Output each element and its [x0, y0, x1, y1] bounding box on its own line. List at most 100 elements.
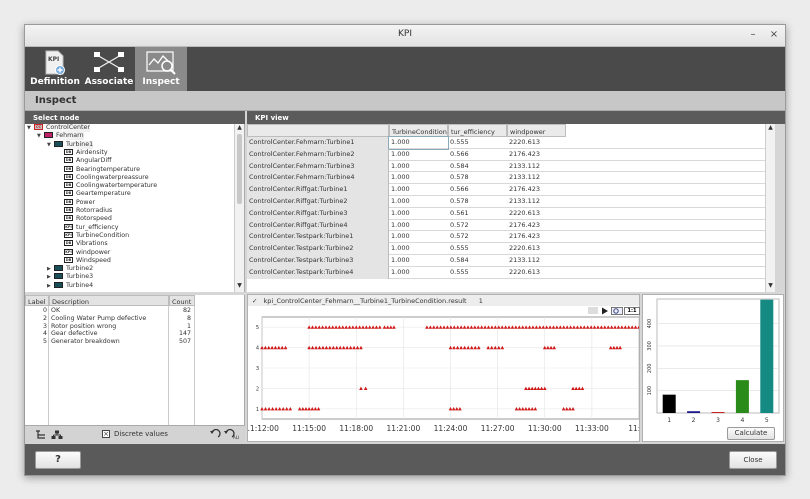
column-header-turbinecondition[interactable]: TurbineCondition: [389, 124, 448, 137]
collapse-arrow-icon[interactable]: ▼: [37, 132, 44, 140]
table-cell[interactable]: ControlCenter.Testpark:Turbine2: [247, 243, 389, 255]
table-cell[interactable]: 1.000: [389, 196, 448, 208]
table-cell[interactable]: 1.000: [389, 231, 448, 243]
help-button[interactable]: ?: [35, 451, 81, 469]
table-cell[interactable]: 1.000: [389, 149, 448, 161]
table-row[interactable]: ControlCenter.Fehmarn:Turbine1 1.000 0.555…: [247, 136, 767, 150]
column-header-count[interactable]: Count: [169, 295, 195, 306]
tree-node[interactable]: DB AngularDiff: [57, 157, 111, 165]
undo-all-icon[interactable]: ALL: [223, 429, 239, 440]
tree-node[interactable]: ▶ Turbine4: [47, 281, 93, 290]
scroll-up-icon[interactable]: ▲: [766, 124, 775, 131]
histogram-bar[interactable]: [687, 411, 701, 413]
table-cell[interactable]: 1.000: [389, 267, 448, 279]
table-row[interactable]: ControlCenter.Testpark:Turbine4 1.000 0.55…: [247, 266, 767, 279]
table-cell[interactable]: 1.000: [389, 172, 448, 184]
play-icon[interactable]: [601, 307, 609, 315]
tree-node[interactable]: ▼ Fehmarn: [37, 132, 84, 141]
column-header-efficiency[interactable]: tur_efficiency: [448, 124, 507, 137]
kpi-table-scrollbar[interactable]: ▲ ▼: [765, 124, 775, 292]
tree-node[interactable]: DB Bearingtemperature: [57, 165, 140, 174]
scroll-down-icon[interactable]: ▼: [235, 282, 244, 289]
tree-node[interactable]: DB Power: [57, 198, 95, 207]
minimize-button[interactable]: –: [746, 28, 760, 42]
column-header-windpower[interactable]: windpower: [507, 124, 566, 137]
table-cell[interactable]: 0.584: [448, 255, 507, 267]
table-cell[interactable]: ControlCenter.Riffgat:Turbine1: [247, 184, 389, 196]
label-row[interactable]: 3 Rotor position wrong 1: [25, 323, 244, 331]
table-cell[interactable]: ControlCenter.Fehmarn:Turbine1: [247, 137, 389, 149]
table-cell[interactable]: 1.000: [389, 255, 448, 267]
tree-node[interactable]: DB Windspeed: [57, 256, 111, 265]
label-row[interactable]: 5 Generator breakdown 507: [25, 338, 244, 346]
calculate-button[interactable]: Calculate: [727, 427, 775, 440]
table-cell[interactable]: 0.584: [448, 161, 507, 173]
table-cell[interactable]: 0.572: [448, 220, 507, 232]
tree-node[interactable]: ▶ Turbine3: [47, 273, 93, 281]
table-cell[interactable]: 2176.423: [507, 231, 566, 243]
discrete-values-checkbox[interactable]: ×: [102, 430, 110, 438]
tree-node[interactable]: DB Vibrations: [57, 240, 108, 248]
table-cell[interactable]: 0.578: [448, 172, 507, 184]
table-cell[interactable]: 1.000: [389, 243, 448, 255]
expand-arrow-icon[interactable]: ▶: [47, 265, 54, 273]
table-row[interactable]: ControlCenter.Fehmarn:Turbine3 1.000 0.584…: [247, 160, 767, 173]
tree-node[interactable]: DB Rotorspeed: [57, 215, 112, 223]
table-cell[interactable]: 2176.423: [507, 220, 566, 232]
tree-scrollbar[interactable]: ▲ ▼: [234, 124, 244, 292]
table-cell[interactable]: ControlCenter.Fehmarn:Turbine2: [247, 148, 389, 161]
zoom-reset-button[interactable]: 1:1: [624, 307, 640, 315]
toolbar-definition-button[interactable]: KPI Definition: [29, 47, 81, 91]
table-cell[interactable]: ControlCenter.Riffgat:Turbine4: [247, 219, 389, 232]
label-row[interactable]: 2 Cooling Water Pump defective 8: [25, 315, 244, 323]
tree-node[interactable]: KPI tur_efficiency: [57, 223, 118, 232]
histogram-bar[interactable]: [711, 412, 725, 413]
table-row[interactable]: ControlCenter.Testpark:Turbine3 1.000 0.58…: [247, 255, 767, 267]
close-button[interactable]: Close: [729, 451, 777, 469]
table-cell[interactable]: 2133.112: [507, 255, 566, 267]
table-cell[interactable]: ControlCenter.Riffgat:Turbine3: [247, 207, 389, 220]
tree-node[interactable]: ▼ CC ControlCenter: [27, 124, 90, 133]
table-cell[interactable]: 2133.112: [507, 172, 566, 184]
table-row[interactable]: ControlCenter.Testpark:Turbine1 1.000 0.57…: [247, 231, 767, 244]
table-cell[interactable]: 2220.613: [507, 208, 566, 220]
table-cell[interactable]: 0.561: [448, 208, 507, 220]
tree-node[interactable]: DB Airdensity: [57, 148, 108, 157]
column-header-label[interactable]: Label: [25, 295, 49, 306]
table-cell[interactable]: ControlCenter.Riffgat:Turbine2: [247, 196, 389, 208]
tree-node[interactable]: DB Rotorradius: [57, 207, 112, 215]
tree-node[interactable]: ▶ Turbine2: [47, 265, 93, 273]
collapse-arrow-icon[interactable]: ▼: [27, 124, 34, 132]
histogram-bar[interactable]: [760, 299, 774, 413]
scroll-down-icon[interactable]: ▼: [766, 282, 775, 289]
table-cell[interactable]: 0.555: [448, 267, 507, 279]
label-row[interactable]: 4 Gear defective 147: [25, 330, 244, 338]
table-row[interactable]: ControlCenter.Riffgat:Turbine4 1.000 0.572…: [247, 219, 767, 232]
collapse-arrow-icon[interactable]: ▼: [47, 141, 54, 149]
column-header-description[interactable]: Description: [49, 295, 169, 306]
table-cell[interactable]: 0.572: [448, 231, 507, 243]
table-cell[interactable]: 2133.112: [507, 196, 566, 208]
timeseries-plot[interactable]: 11:12:00 11:15:00 11:18:00 11:21:00 11:24:00…: [248, 315, 639, 441]
table-cell[interactable]: 1.000: [389, 208, 448, 220]
table-row[interactable]: ControlCenter.Fehmarn:Turbine2 1.000 0.566…: [247, 148, 767, 161]
table-cell[interactable]: 1.000: [389, 161, 448, 173]
table-row[interactable]: ControlCenter.Riffgat:Turbine1 1.000 0.566…: [247, 184, 767, 196]
table-cell[interactable]: 2133.112: [507, 161, 566, 173]
histogram-bar[interactable]: [662, 394, 676, 413]
table-row[interactable]: ControlCenter.Testpark:Turbine2 1.000 0.55…: [247, 243, 767, 255]
table-cell[interactable]: ControlCenter.Testpark:Turbine1: [247, 231, 389, 244]
expand-arrow-icon[interactable]: ▶: [47, 282, 54, 290]
table-cell[interactable]: 2220.613: [507, 243, 566, 255]
label-row[interactable]: 0 OK 82: [25, 307, 244, 315]
zoom-icon[interactable]: [611, 307, 623, 315]
table-cell[interactable]: ControlCenter.Fehmarn:Turbine4: [247, 172, 389, 185]
close-window-button[interactable]: ×: [767, 28, 781, 42]
table-cell[interactable]: 1.000: [389, 220, 448, 232]
table-cell[interactable]: 2220.613: [507, 137, 566, 149]
tree-node[interactable]: KPI TurbineCondition: [57, 231, 129, 240]
tree-node[interactable]: DB Coolingwatertemperature: [57, 182, 157, 190]
table-cell[interactable]: 0.555: [448, 137, 507, 149]
hierarchy-icon[interactable]: [51, 430, 63, 440]
expand-arrow-icon[interactable]: ▶: [47, 273, 54, 281]
